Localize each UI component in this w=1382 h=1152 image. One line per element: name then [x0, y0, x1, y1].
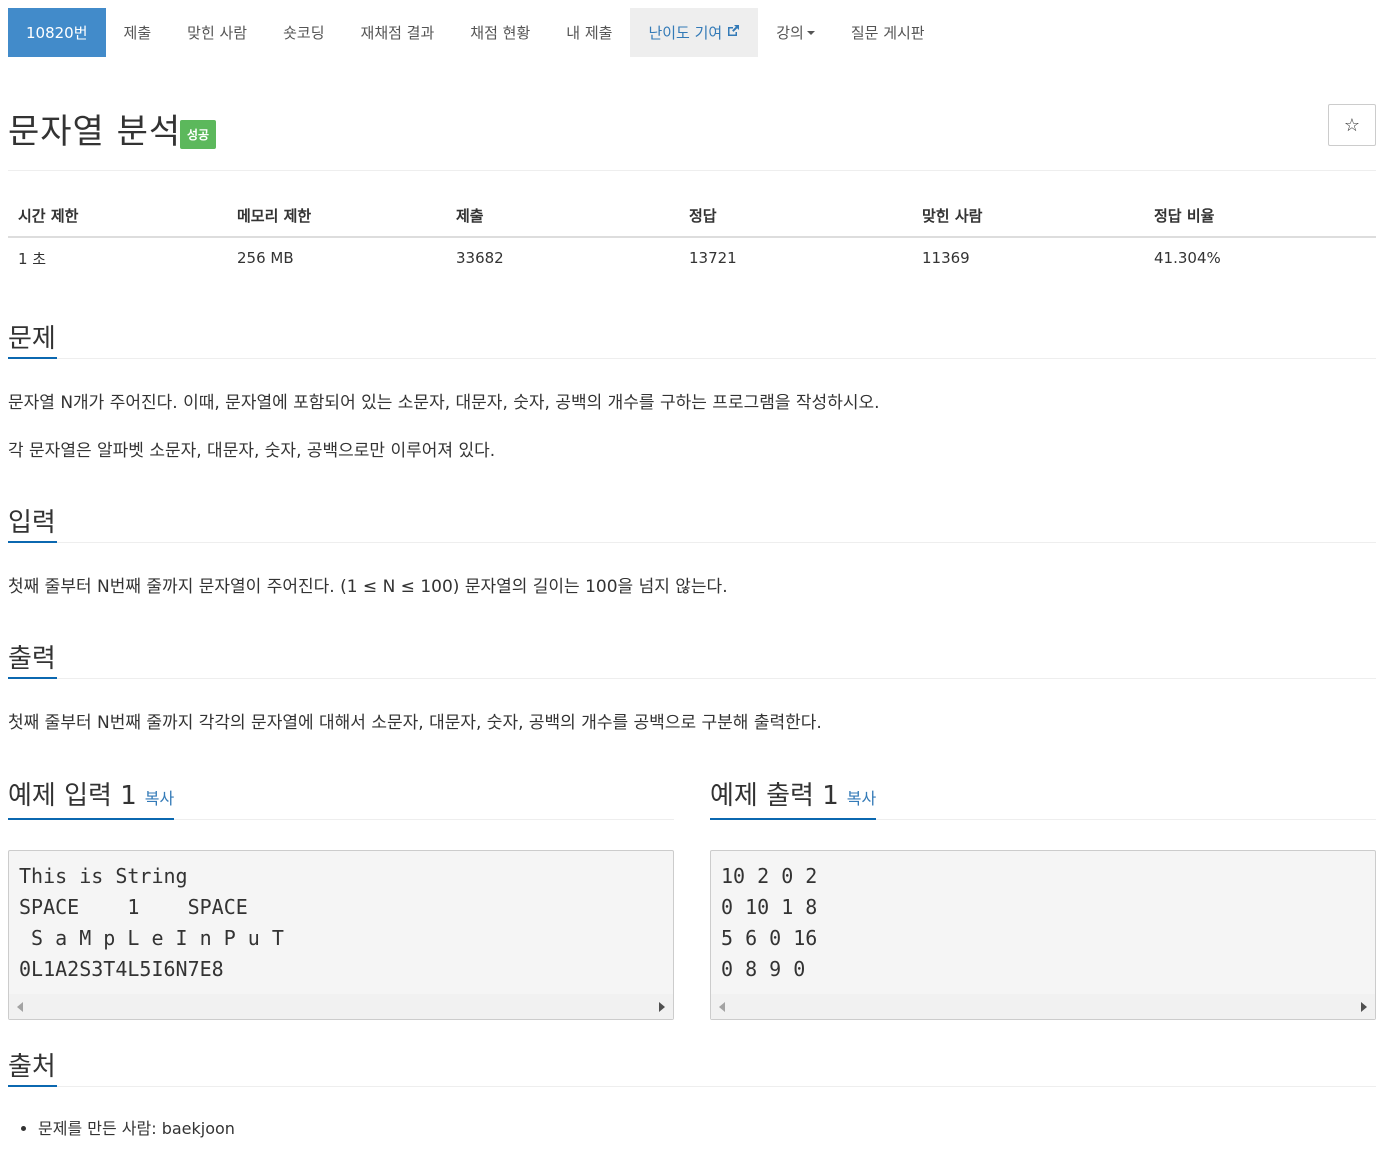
heading-underline	[8, 818, 174, 820]
header-accept-ratio: 정답 비율	[1144, 196, 1376, 238]
section-heading: 예제 출력 1 복사	[710, 775, 1376, 820]
sample-input-section: 예제 입력 1 복사 This is String SPACE 1 SPACE S…	[8, 775, 674, 1020]
caret-down-icon	[806, 30, 815, 35]
table-row: 1 초 256 MB 33682 13721 11369 41.304%	[8, 237, 1376, 278]
output-section: 출력 첫째 줄부터 N번째 줄까지 각각의 문자열에 대해서 소문자, 대문자,…	[8, 638, 1376, 735]
external-link-icon	[726, 24, 740, 42]
input-section: 입력 첫째 줄부터 N번째 줄까지 문자열이 주어진다. (1 ≤ N ≤ 10…	[8, 502, 1376, 599]
tab-label: 질문 게시판	[850, 24, 925, 42]
sample-input-heading: 예제 입력 1	[8, 781, 137, 811]
tab-label: 10820번	[26, 24, 88, 42]
tab-label: 강의	[776, 24, 804, 42]
tab-label: 내 제출	[566, 24, 613, 42]
header-memory-limit: 메모리 제한	[227, 196, 446, 238]
sample-output-heading: 예제 출력 1	[710, 781, 839, 811]
tab-label: 숏코딩	[283, 24, 325, 42]
tab-short-coding[interactable]: 숏코딩	[265, 8, 342, 57]
tab-my-submissions[interactable]: 내 제출	[548, 8, 630, 57]
tab-rejudge-results[interactable]: 재채점 결과	[343, 8, 453, 57]
tab-submit[interactable]: 제출	[106, 8, 170, 57]
favorite-star-button[interactable]: ☆	[1328, 104, 1376, 146]
sample-input-content[interactable]: This is String SPACE 1 SPACE S a M p L e…	[9, 851, 673, 985]
description-paragraph: 각 문자열은 알파벳 소문자, 대문자, 숫자, 공백으로만 이루어져 있다.	[8, 441, 496, 461]
source-heading: 출처	[8, 1052, 56, 1082]
header-accepted: 정답	[679, 196, 912, 238]
star-icon: ☆	[1343, 114, 1361, 136]
scroll-left-icon[interactable]	[719, 1001, 725, 1012]
heading-underline	[8, 1085, 57, 1087]
section-divider	[8, 542, 1376, 543]
header-time-limit: 시간 제한	[8, 196, 227, 238]
scroll-right-icon[interactable]	[1361, 1001, 1367, 1012]
heading-underline	[8, 357, 57, 359]
heading-underline	[710, 818, 876, 820]
submissions-value: 33682	[456, 249, 504, 267]
tab-label: 채점 현황	[470, 24, 531, 42]
solved-users-value: 11369	[922, 249, 970, 267]
section-heading: 예제 입력 1 복사	[8, 775, 674, 820]
input-description: 첫째 줄부터 N번째 줄까지 문자열이 주어진다. (1 ≤ N ≤ 100) …	[8, 577, 728, 597]
accept-ratio-value: 41.304%	[1154, 249, 1221, 267]
source-section: 출처 문제를 만든 사람: baekjoon	[8, 1046, 1376, 1141]
description-paragraph: 문자열 N개가 주어진다. 이때, 문자열에 포함되어 있는 소문자, 대문자,…	[8, 393, 880, 413]
scroll-left-icon[interactable]	[17, 1001, 23, 1012]
section-heading: 입력	[8, 502, 1376, 543]
table-header-row: 시간 제한 메모리 제한 제출 정답 맞힌 사람 정답 비율	[8, 196, 1376, 238]
copy-sample-output-button[interactable]: 복사	[847, 789, 876, 808]
list-item: 문제를 만든 사람: baekjoon	[38, 1117, 1376, 1141]
heading-underline	[8, 677, 57, 679]
horizontal-scrollbar[interactable]	[9, 994, 673, 1019]
header-submissions: 제출	[446, 196, 679, 238]
output-heading: 출력	[8, 644, 56, 674]
title-divider	[8, 170, 1376, 171]
tab-lectures[interactable]: 강의	[758, 8, 833, 57]
problem-info-table: 시간 제한 메모리 제한 제출 정답 맞힌 사람 정답 비율 1 초 256 M…	[8, 196, 1376, 278]
tab-problem-number[interactable]: 10820번	[8, 8, 106, 57]
tab-solved-users[interactable]: 맞힌 사람	[169, 8, 265, 57]
description-heading: 문제	[8, 324, 56, 354]
sample-input-box[interactable]: This is String SPACE 1 SPACE S a M p L e…	[8, 850, 674, 1020]
problem-title: 문자열 분석	[8, 112, 182, 152]
copy-sample-input-button[interactable]: 복사	[145, 789, 174, 808]
output-description: 첫째 줄부터 N번째 줄까지 각각의 문자열에 대해서 소문자, 대문자, 숫자…	[8, 713, 822, 733]
problem-menu-tabs: 10820번 제출 맞힌 사람 숏코딩 재채점 결과 채점 현황 내 제출 난이…	[8, 8, 943, 57]
section-heading: 출처	[8, 1046, 1376, 1087]
input-heading: 입력	[8, 508, 56, 538]
scroll-right-icon[interactable]	[659, 1001, 665, 1012]
tab-label: 제출	[123, 24, 152, 42]
section-heading: 문제	[8, 318, 1376, 359]
status-badge: 성공	[180, 120, 217, 149]
memory-limit-value: 256 MB	[237, 249, 294, 267]
heading-underline	[8, 541, 57, 543]
tab-label: 재채점 결과	[360, 24, 435, 42]
tab-difficulty-contribution[interactable]: 난이도 기여	[630, 8, 759, 57]
section-divider	[8, 358, 1376, 359]
sample-output-section: 예제 출력 1 복사 10 2 0 2 0 10 1 8 5 6 0 16 0 8…	[710, 775, 1376, 1020]
horizontal-scrollbar[interactable]	[711, 994, 1375, 1019]
tab-label: 난이도 기여	[648, 24, 723, 42]
section-heading: 출력	[8, 638, 1376, 679]
problem-header: 문자열 분석 성공 ☆	[8, 100, 1376, 160]
tab-question-board[interactable]: 질문 게시판	[833, 8, 943, 57]
tab-label: 맞힌 사람	[187, 24, 248, 42]
accepted-value: 13721	[689, 249, 737, 267]
section-divider	[8, 678, 1376, 679]
sample-output-box[interactable]: 10 2 0 2 0 10 1 8 5 6 0 16 0 8 9 0	[710, 850, 1376, 1020]
time-limit-value: 1 초	[18, 249, 47, 268]
problem-description-section: 문제 문자열 N개가 주어진다. 이때, 문자열에 포함되어 있는 소문자, 대…	[8, 318, 1376, 463]
tab-judge-status[interactable]: 채점 현황	[452, 8, 548, 57]
header-solved-users: 맞힌 사람	[912, 196, 1144, 238]
source-list: 문제를 만든 사람: baekjoon	[8, 1117, 1376, 1141]
section-divider	[8, 1086, 1376, 1087]
sample-output-content[interactable]: 10 2 0 2 0 10 1 8 5 6 0 16 0 8 9 0	[711, 851, 1375, 985]
